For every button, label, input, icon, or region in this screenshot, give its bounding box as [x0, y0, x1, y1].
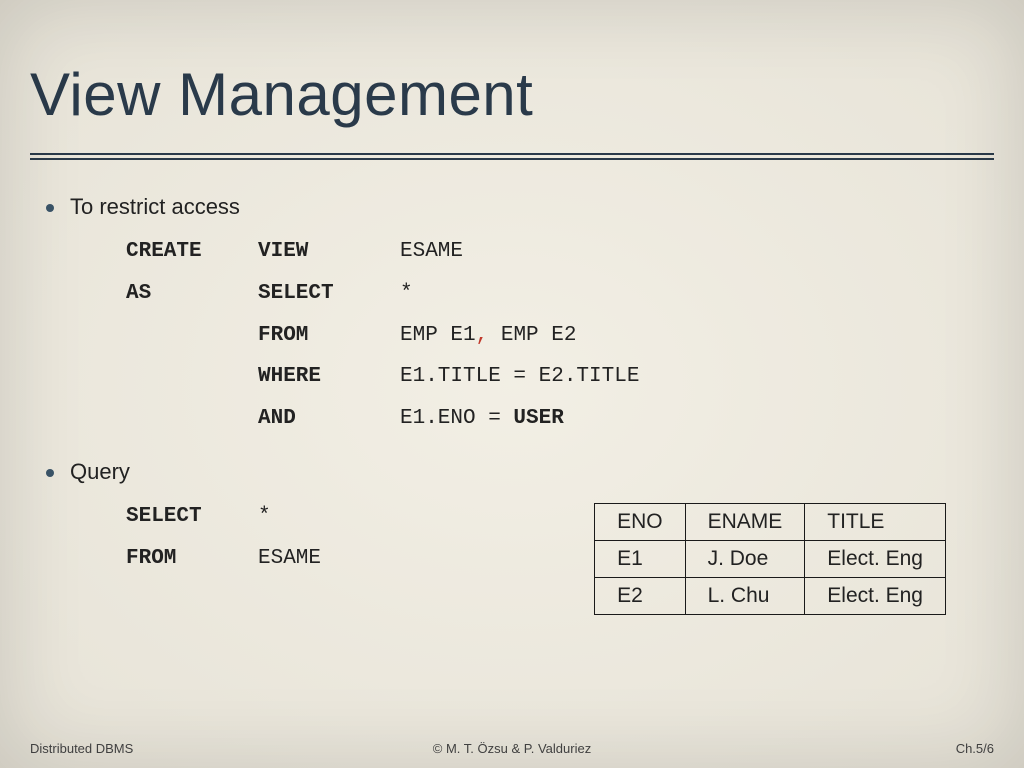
sql2-from-expr: ESAME: [258, 539, 321, 579]
slide-title: View Management: [30, 60, 994, 129]
footer: Distributed DBMS © M. T. Özsu & P. Valdu…: [30, 741, 994, 756]
sql-and-left: E1.ENO =: [400, 407, 513, 430]
cell-ename: L. Chu: [685, 577, 805, 614]
th-title: TITLE: [805, 503, 946, 540]
cell-eno: E2: [595, 577, 686, 614]
slide: View Management To restrict access CREAT…: [0, 0, 1024, 768]
sql-from-e1: EMP E1: [400, 324, 476, 347]
sql-kw-from: FROM: [258, 316, 398, 356]
bullet-icon: [46, 204, 54, 212]
th-ename: ENAME: [685, 503, 805, 540]
sql-select-star: *: [400, 274, 639, 314]
sql-kw-create: CREATE: [126, 232, 256, 272]
sql-kw-view: VIEW: [258, 232, 398, 272]
th-eno: ENO: [595, 503, 686, 540]
sql-kw-user: USER: [513, 407, 563, 430]
cell-ename: J. Doe: [685, 540, 805, 577]
content-area: To restrict access CREATE VIEW ESAME AS …: [30, 194, 994, 581]
bullet-2-text: Query: [70, 459, 130, 485]
sql-where-expr: E1.TITLE = E2.TITLE: [400, 357, 639, 397]
title-divider: [30, 153, 994, 160]
sql-create-view: CREATE VIEW ESAME AS SELECT * FROM EMP E…: [124, 230, 641, 441]
bullet-1: To restrict access: [46, 194, 994, 220]
footer-center: © M. T. Özsu & P. Valduriez: [30, 741, 994, 756]
sql2-star: *: [258, 497, 321, 537]
bullet-icon: [46, 469, 54, 477]
sql-query: SELECT * FROM ESAME: [124, 495, 323, 581]
sql-kw-as: AS: [126, 274, 256, 314]
sql2-kw-select: SELECT: [126, 497, 256, 537]
table-row: E1 J. Doe Elect. Eng: [595, 540, 946, 577]
lower-area: SELECT * FROM ESAME ENO ENAME TITLE E1 J…: [46, 495, 994, 581]
bullet-2: Query: [46, 459, 994, 485]
sql-comma: ,: [476, 324, 489, 347]
cell-title: Elect. Eng: [805, 577, 946, 614]
table-row: E2 L. Chu Elect. Eng: [595, 577, 946, 614]
sql-kw-and: AND: [258, 399, 398, 439]
sql-from-expr: EMP E1, EMP E2: [400, 316, 639, 356]
bullet-1-text: To restrict access: [70, 194, 240, 220]
cell-title: Elect. Eng: [805, 540, 946, 577]
cell-eno: E1: [595, 540, 686, 577]
table-row: ENO ENAME TITLE: [595, 503, 946, 540]
sql-and-expr: E1.ENO = USER: [400, 399, 639, 439]
result-table: ENO ENAME TITLE E1 J. Doe Elect. Eng E2 …: [594, 503, 946, 615]
sql-from-e2: EMP E2: [488, 324, 576, 347]
sql2-kw-from: FROM: [126, 539, 256, 579]
sql-kw-select: SELECT: [258, 274, 398, 314]
sql-kw-where: WHERE: [258, 357, 398, 397]
sql-viewname: ESAME: [400, 232, 639, 272]
